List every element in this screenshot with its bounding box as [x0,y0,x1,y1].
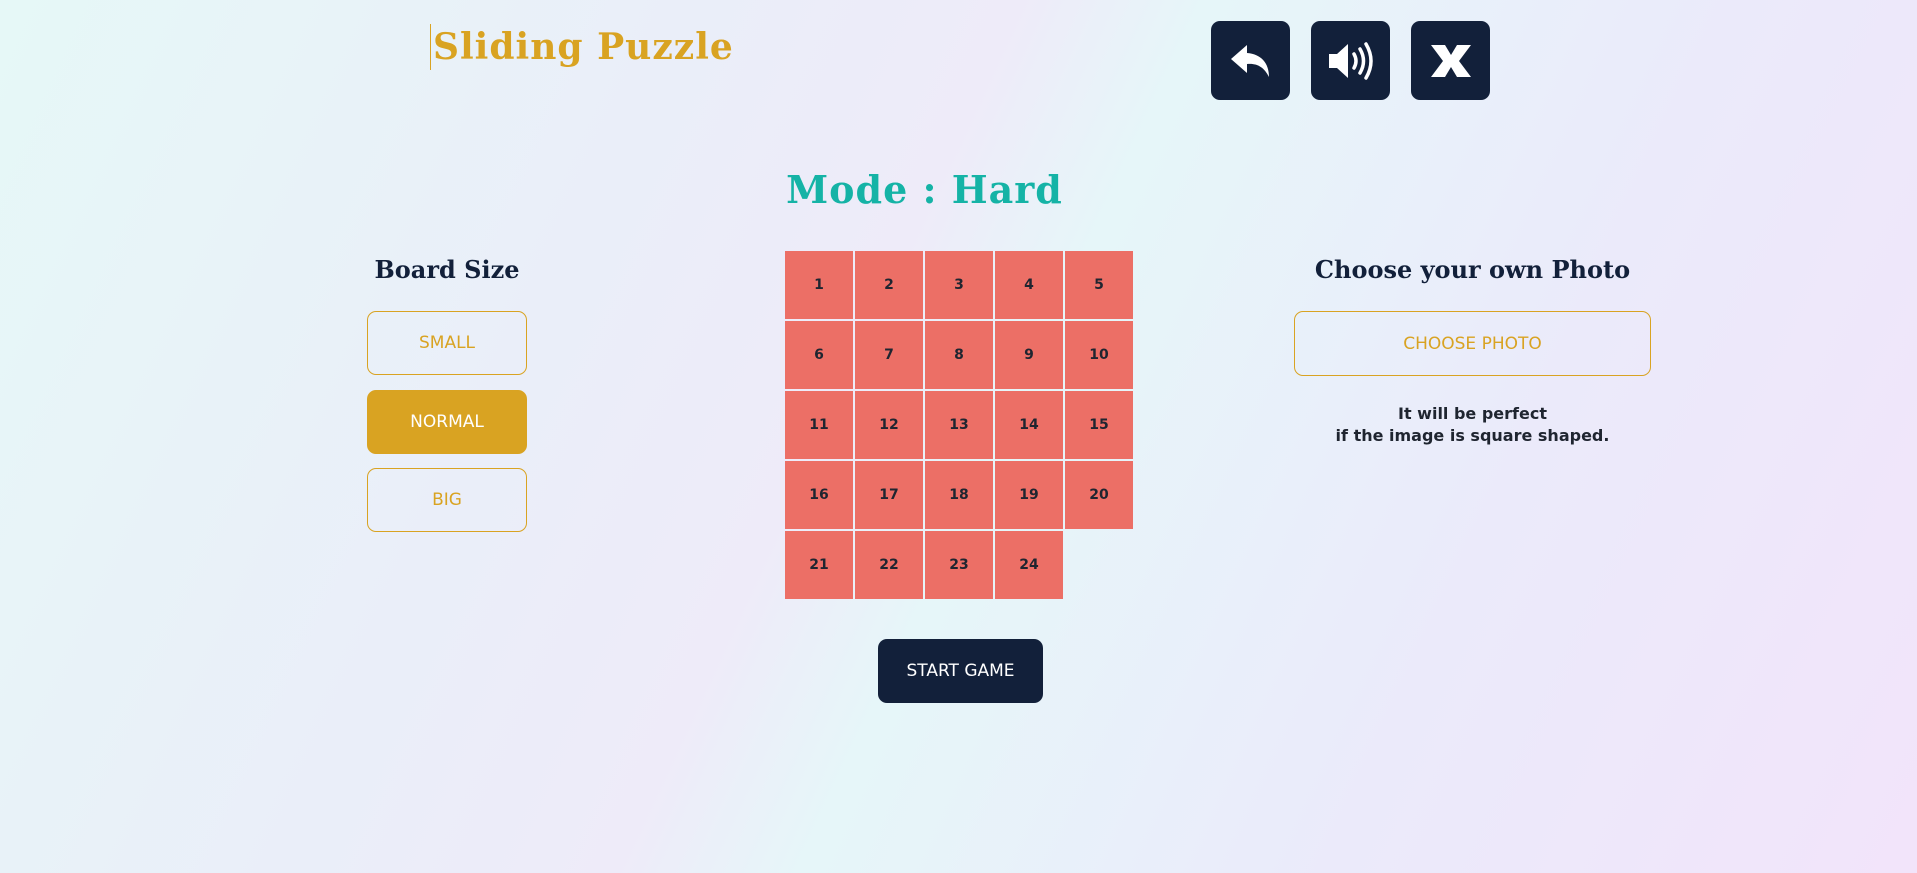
photo-hint: It will be perfect if the image is squar… [1294,403,1651,447]
photo-hint-line1: It will be perfect [1398,404,1547,423]
close-icon [1430,44,1471,77]
board-size-heading: Board Size [374,255,520,284]
puzzle-tile[interactable]: 6 [785,321,853,389]
puzzle-tile[interactable]: 4 [995,251,1063,319]
size-small-button[interactable]: SMALL [367,311,527,375]
choose-photo-button[interactable]: CHOOSE PHOTO [1294,311,1651,376]
puzzle-tile[interactable]: 10 [1065,321,1133,389]
mode-label: Mode : Hard [786,167,1063,212]
puzzle-tile[interactable]: 17 [855,461,923,529]
sound-button[interactable] [1311,21,1390,100]
puzzle-tile[interactable]: 2 [855,251,923,319]
empty-slot [1065,531,1133,599]
choose-photo-heading: Choose your own Photo [1314,255,1631,284]
puzzle-tile[interactable]: 8 [925,321,993,389]
puzzle-tile[interactable]: 11 [785,391,853,459]
size-big-button[interactable]: BIG [367,468,527,532]
puzzle-tile[interactable]: 22 [855,531,923,599]
puzzle-tile[interactable]: 15 [1065,391,1133,459]
puzzle-tile[interactable]: 23 [925,531,993,599]
puzzle-tile[interactable]: 20 [1065,461,1133,529]
puzzle-tile[interactable]: 14 [995,391,1063,459]
puzzle-tile[interactable]: 13 [925,391,993,459]
puzzle-tile[interactable]: 9 [995,321,1063,389]
back-button[interactable] [1211,21,1290,100]
puzzle-tile[interactable]: 1 [785,251,853,319]
puzzle-tile[interactable]: 19 [995,461,1063,529]
puzzle-board: 1 2 3 4 5 6 7 8 9 10 11 12 13 14 15 16 17 18 19 20 21 22 23 24 [785,251,1135,601]
puzzle-tile[interactable]: 24 [995,531,1063,599]
puzzle-tile[interactable]: 16 [785,461,853,529]
puzzle-tile[interactable]: 21 [785,531,853,599]
start-game-button[interactable]: START GAME [878,639,1043,703]
puzzle-tile[interactable]: 12 [855,391,923,459]
size-normal-button[interactable]: NORMAL [367,390,527,454]
puzzle-tile[interactable]: 5 [1065,251,1133,319]
close-button[interactable] [1411,21,1490,100]
puzzle-tile[interactable]: 7 [855,321,923,389]
photo-hint-line2: if the image is square shaped. [1335,426,1610,445]
puzzle-tile[interactable]: 3 [925,251,993,319]
app-title: Sliding Puzzle [430,24,734,70]
puzzle-tile[interactable]: 18 [925,461,993,529]
back-arrow-icon [1230,44,1269,77]
speaker-icon [1328,41,1373,80]
